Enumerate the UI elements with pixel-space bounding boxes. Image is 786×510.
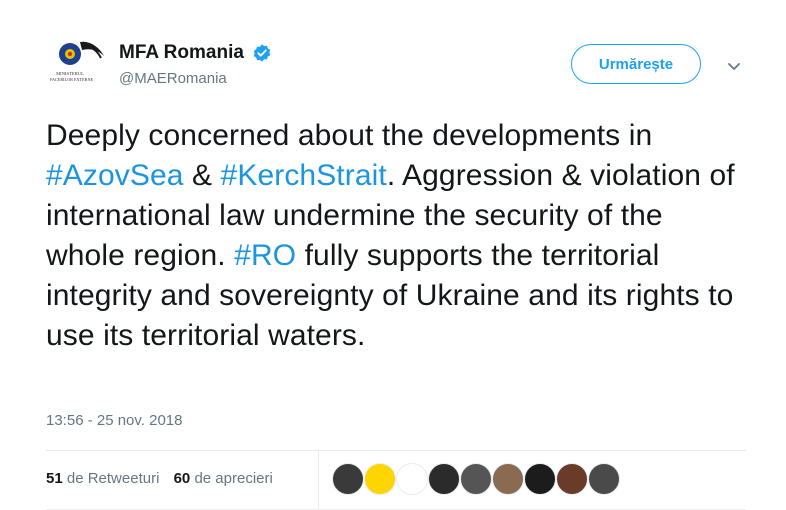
user-avatar[interactable] xyxy=(460,463,492,495)
divider xyxy=(46,450,746,451)
tweet-header: MINISTERUL AFACERILOR EXTERNE MFA Romani… xyxy=(46,34,786,98)
tweet-text: Deeply concerned about the developments … xyxy=(46,116,746,356)
display-name[interactable]: MFA Romania xyxy=(119,42,244,64)
profile-handle[interactable]: @MAERomania xyxy=(119,70,272,87)
retweets-stat[interactable]: 51 de Retweeturi xyxy=(46,470,159,487)
hashtag-link[interactable]: #KerchStrait xyxy=(221,159,387,192)
retweets-label: de Retweeturi xyxy=(66,470,160,487)
tweet-text-segment: & xyxy=(183,159,221,192)
follow-button[interactable]: Urmărește xyxy=(571,44,701,84)
user-avatar[interactable] xyxy=(556,463,588,495)
veritas-aequitas-avatar[interactable] xyxy=(396,463,428,495)
likes-stat[interactable]: 60 de aprecieri xyxy=(174,470,273,487)
likes-label: de aprecieri xyxy=(194,470,273,487)
hashtag-link[interactable]: #AzovSea xyxy=(46,159,184,192)
likes-count: 60 xyxy=(173,470,191,487)
mfa-logo-icon: MINISTERUL AFACERILOR EXTERNE xyxy=(47,41,104,82)
hashtag-link[interactable]: #RO xyxy=(234,239,296,272)
verified-badge-icon xyxy=(254,44,271,62)
logo-text-line2: AFACERILOR EXTERNE xyxy=(47,77,94,82)
user-avatar[interactable] xyxy=(332,463,364,495)
user-avatar[interactable] xyxy=(428,463,460,495)
logo-text-line1: MINISTERUL xyxy=(56,71,84,76)
user-avatar[interactable] xyxy=(588,463,620,495)
tweet-timestamp[interactable]: 13:56 - 25 nov. 2018 xyxy=(46,412,183,429)
tweet-stats: 51 de Retweeturi 60 de aprecieri xyxy=(46,470,283,487)
profile-names: MFA Romania @MAERomania xyxy=(119,42,272,87)
user-avatar[interactable] xyxy=(492,463,524,495)
user-avatar[interactable] xyxy=(524,463,556,495)
tweet-text-segment: Deeply concerned about the developments … xyxy=(46,119,653,152)
profile-avatar[interactable]: MINISTERUL AFACERILOR EXTERNE xyxy=(46,34,108,96)
ukraine-emblem-avatar[interactable] xyxy=(364,463,396,495)
chevron-down-icon[interactable] xyxy=(726,58,742,74)
retweets-count: 51 xyxy=(46,470,63,487)
stats-separator xyxy=(318,452,319,508)
